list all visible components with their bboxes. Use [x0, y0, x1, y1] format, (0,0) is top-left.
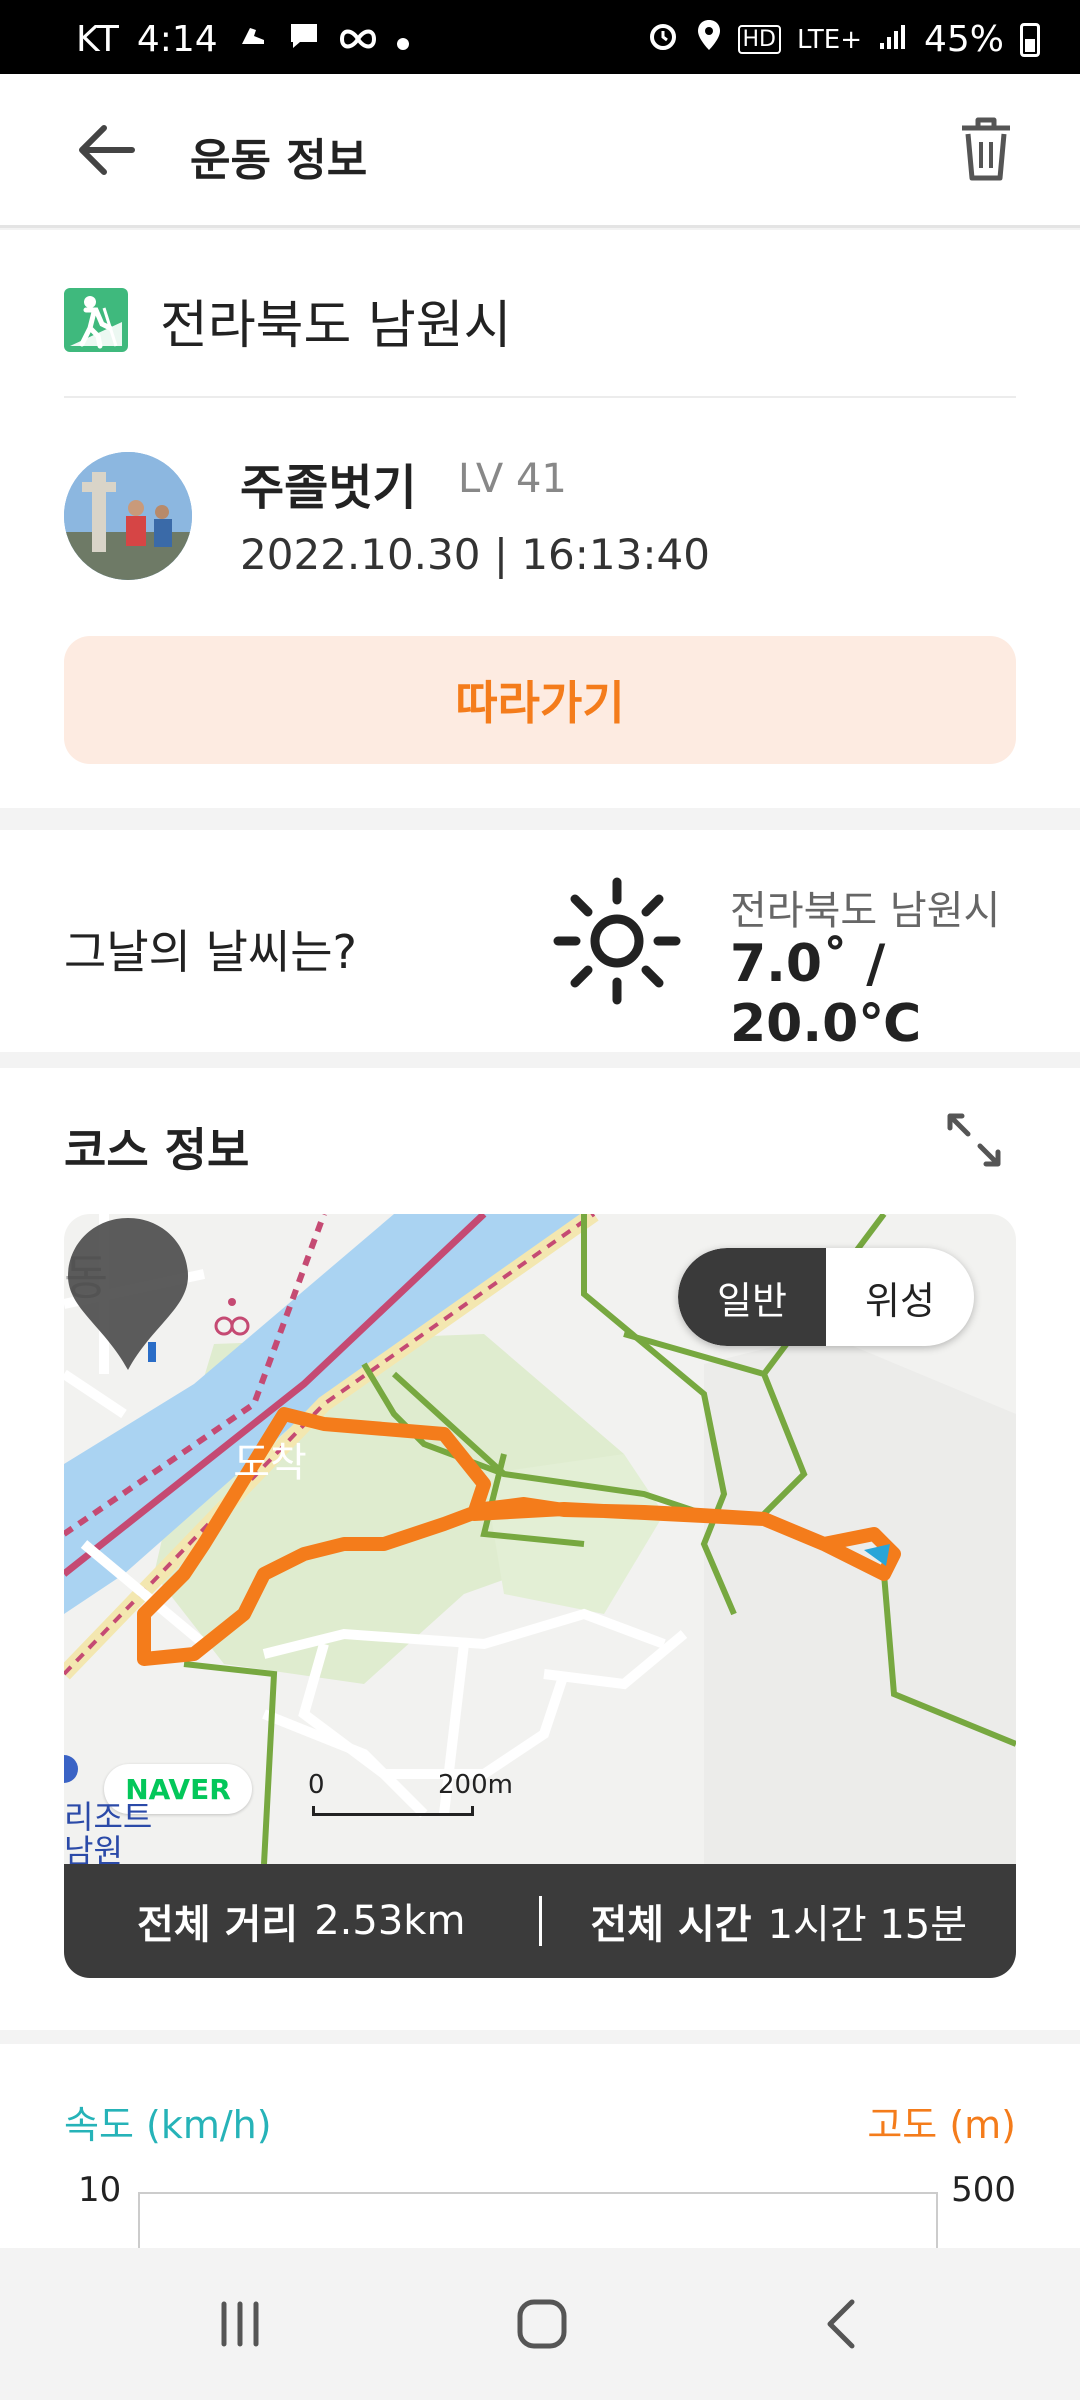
- altitude-max-tick: 500: [951, 2170, 1016, 2210]
- course-map[interactable]: 동 일반 위성 도착 NAVER 0 200m 리조트 남원: [64, 1214, 1016, 1864]
- back-button[interactable]: [72, 118, 142, 182]
- speed-max-tick: 10: [78, 2170, 122, 2210]
- battery-percent: 45%: [923, 19, 1004, 60]
- battery-icon: [1020, 22, 1040, 57]
- clock: 4:14: [136, 19, 218, 60]
- time-value: 1시간 15분: [767, 1902, 968, 1948]
- dot-icon: [396, 19, 410, 60]
- shoe-icon: [236, 18, 270, 61]
- weather-question: 그날의 날씨는?: [64, 925, 357, 979]
- recent-apps-button[interactable]: [212, 2296, 268, 2352]
- system-nav-bar: [0, 2248, 1080, 2400]
- trash-icon: [962, 117, 1010, 181]
- weather-card: 그날의 날씨는? 전라북도 남원시 7.0˚ / 20.0℃: [0, 830, 1080, 1054]
- distance-value: 2.53km: [314, 1898, 466, 1944]
- total-time: 전체 시간 1시간 15분: [542, 1892, 1017, 1950]
- status-bar: KT 4:14 HD LTE+ 45%: [0, 0, 1080, 74]
- activity-datetime: 2022.10.30 | 16:13:40: [240, 530, 710, 579]
- region-name: 전라북도 남원시: [160, 295, 512, 356]
- map-scale: 0 200m: [308, 1770, 538, 1820]
- arrow-left-icon: [79, 125, 135, 175]
- time-label: 전체 시간: [590, 1902, 752, 1948]
- alarm-icon: [646, 18, 680, 61]
- weather-temperature: 7.0˚ / 20.0℃: [730, 934, 922, 1054]
- activity-card: 전라북도 남원시 주졸벗기 LV 41 2022.10.30 | 16:13:4…: [0, 230, 1080, 808]
- map-place-label: 리조트 남원: [64, 1798, 153, 1864]
- weather-location: 전라북도 남원시: [730, 888, 1001, 934]
- message-icon: [288, 19, 320, 60]
- user-name: 주졸벗기: [240, 460, 417, 516]
- page-title: 운동 정보: [190, 135, 368, 186]
- home-button[interactable]: [512, 2294, 572, 2354]
- user-level: LV 41: [458, 456, 567, 502]
- divider: [64, 396, 1016, 398]
- speed-axis-label: 속도 (km/h): [64, 2103, 272, 2147]
- follow-button[interactable]: 따라가기: [64, 636, 1016, 764]
- map-mode-general-button[interactable]: 일반: [678, 1248, 826, 1346]
- distance-label: 전체 거리: [137, 1902, 299, 1948]
- infinity-icon: [338, 19, 378, 60]
- expand-icon: [947, 1113, 1001, 1167]
- course-title: 코스 정보: [64, 1123, 250, 1177]
- signal-icon: [878, 19, 908, 60]
- arrival-pin-icon[interactable]: [64, 1214, 192, 1374]
- recent-apps-icon: [221, 2301, 259, 2347]
- map-mode-toggle: 일반 위성: [678, 1248, 974, 1346]
- hiking-icon: [64, 288, 128, 352]
- region-row: 전라북도 남원시: [64, 280, 511, 360]
- network-label: LTE+: [796, 24, 862, 55]
- home-icon: [517, 2299, 567, 2349]
- map-mode-satellite-button[interactable]: 위성: [826, 1248, 974, 1346]
- course-stats-bar: 전체 거리 2.53km 전체 시간 1시간 15분: [64, 1864, 1016, 1978]
- delete-button[interactable]: [954, 114, 1018, 184]
- avatar[interactable]: [64, 452, 192, 580]
- arrival-label: 도착: [233, 1440, 307, 1486]
- scale-bar: [312, 1806, 474, 1816]
- altitude-axis-label: 고도 (m): [867, 2103, 1016, 2147]
- location-icon: [696, 18, 722, 61]
- hd-badge: HD: [737, 25, 781, 54]
- carrier-label: KT: [76, 19, 119, 60]
- course-card: 코스 정보 일반 위성 도착 NAVER 0 200m 리조트 남원 전체 거리…: [0, 1068, 1080, 2030]
- system-back-button[interactable]: [812, 2294, 868, 2354]
- sun-icon: [553, 877, 681, 1005]
- expand-map-button[interactable]: [944, 1110, 1004, 1170]
- total-distance: 전체 거리 2.53km: [64, 1892, 539, 1950]
- scale-distance: 200m: [438, 1770, 513, 1800]
- scale-zero: 0: [308, 1770, 325, 1800]
- chevron-left-icon: [827, 2299, 855, 2349]
- speed-altitude-chart: 속도 (km/h) 고도 (m) 10 500: [0, 2044, 1080, 2272]
- app-header: 운동 정보: [0, 74, 1080, 228]
